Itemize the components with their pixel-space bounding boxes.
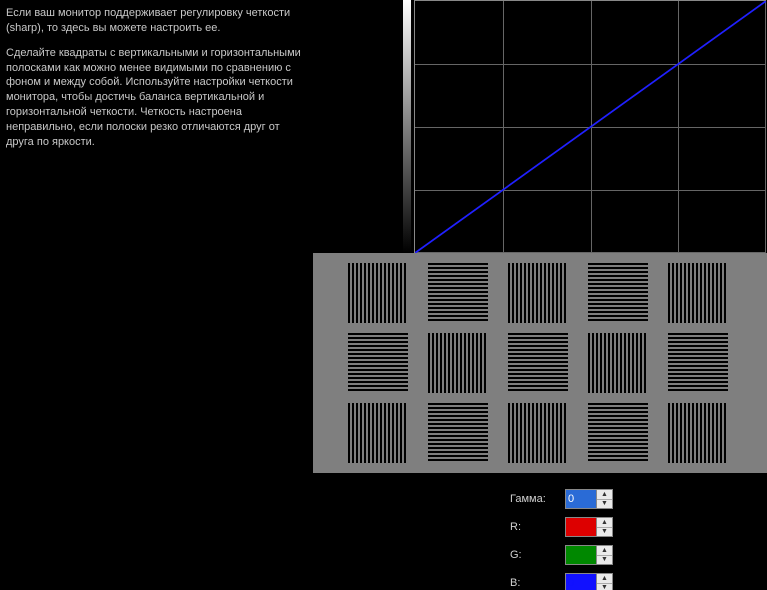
description-text: Если ваш монитор поддерживает регулировк… [6,6,306,160]
gradient-strip [403,0,411,253]
gamma-row: Гамма: 0 ▲ ▼ [510,487,760,511]
b-down-icon[interactable]: ▼ [597,584,612,590]
test-tile [428,263,488,323]
gamma-curve-plot [414,0,766,253]
r-down-icon[interactable]: ▼ [597,528,612,537]
curve-line [415,1,766,253]
test-tile [508,403,568,463]
test-tile [668,263,728,323]
g-value[interactable]: 0 [565,545,597,565]
test-tile [588,403,648,463]
b-label: B: [510,577,565,589]
b-value[interactable]: 0 [565,573,597,590]
controls-panel: Гамма: 0 ▲ ▼ R: 0 ▲ ▼ G: 0 [510,487,760,590]
g-label: G: [510,549,565,561]
description-para1: Если ваш монитор поддерживает регулировк… [6,6,306,36]
r-row: R: 0 ▲ ▼ [510,515,760,539]
test-tile [428,333,488,393]
b-up-icon[interactable]: ▲ [597,574,612,584]
r-label: R: [510,521,565,533]
test-tile [668,333,728,393]
test-tile [508,333,568,393]
sharpness-grid [348,263,728,463]
sharpness-test-panel [313,253,767,473]
g-stepper[interactable]: 0 ▲ ▼ [565,545,613,565]
gamma-down-icon[interactable]: ▼ [597,500,612,509]
test-tile [588,263,648,323]
b-stepper[interactable]: 0 ▲ ▼ [565,573,613,590]
gamma-stepper[interactable]: 0 ▲ ▼ [565,489,613,509]
r-stepper[interactable]: 0 ▲ ▼ [565,517,613,537]
test-tile [348,333,408,393]
r-value[interactable]: 0 [565,517,597,537]
g-row: G: 0 ▲ ▼ [510,543,760,567]
gamma-up-icon[interactable]: ▲ [597,490,612,500]
b-row: B: 0 ▲ ▼ [510,571,760,590]
test-tile [348,263,408,323]
g-down-icon[interactable]: ▼ [597,556,612,565]
test-tile [428,403,488,463]
description-para2: Сделайте квадраты с вертикальными и гори… [6,46,306,150]
test-tile [508,263,568,323]
gamma-value[interactable]: 0 [565,489,597,509]
test-tile [588,333,648,393]
test-tile [668,403,728,463]
r-up-icon[interactable]: ▲ [597,518,612,528]
g-up-icon[interactable]: ▲ [597,546,612,556]
gamma-label: Гамма: [510,493,565,505]
test-tile [348,403,408,463]
